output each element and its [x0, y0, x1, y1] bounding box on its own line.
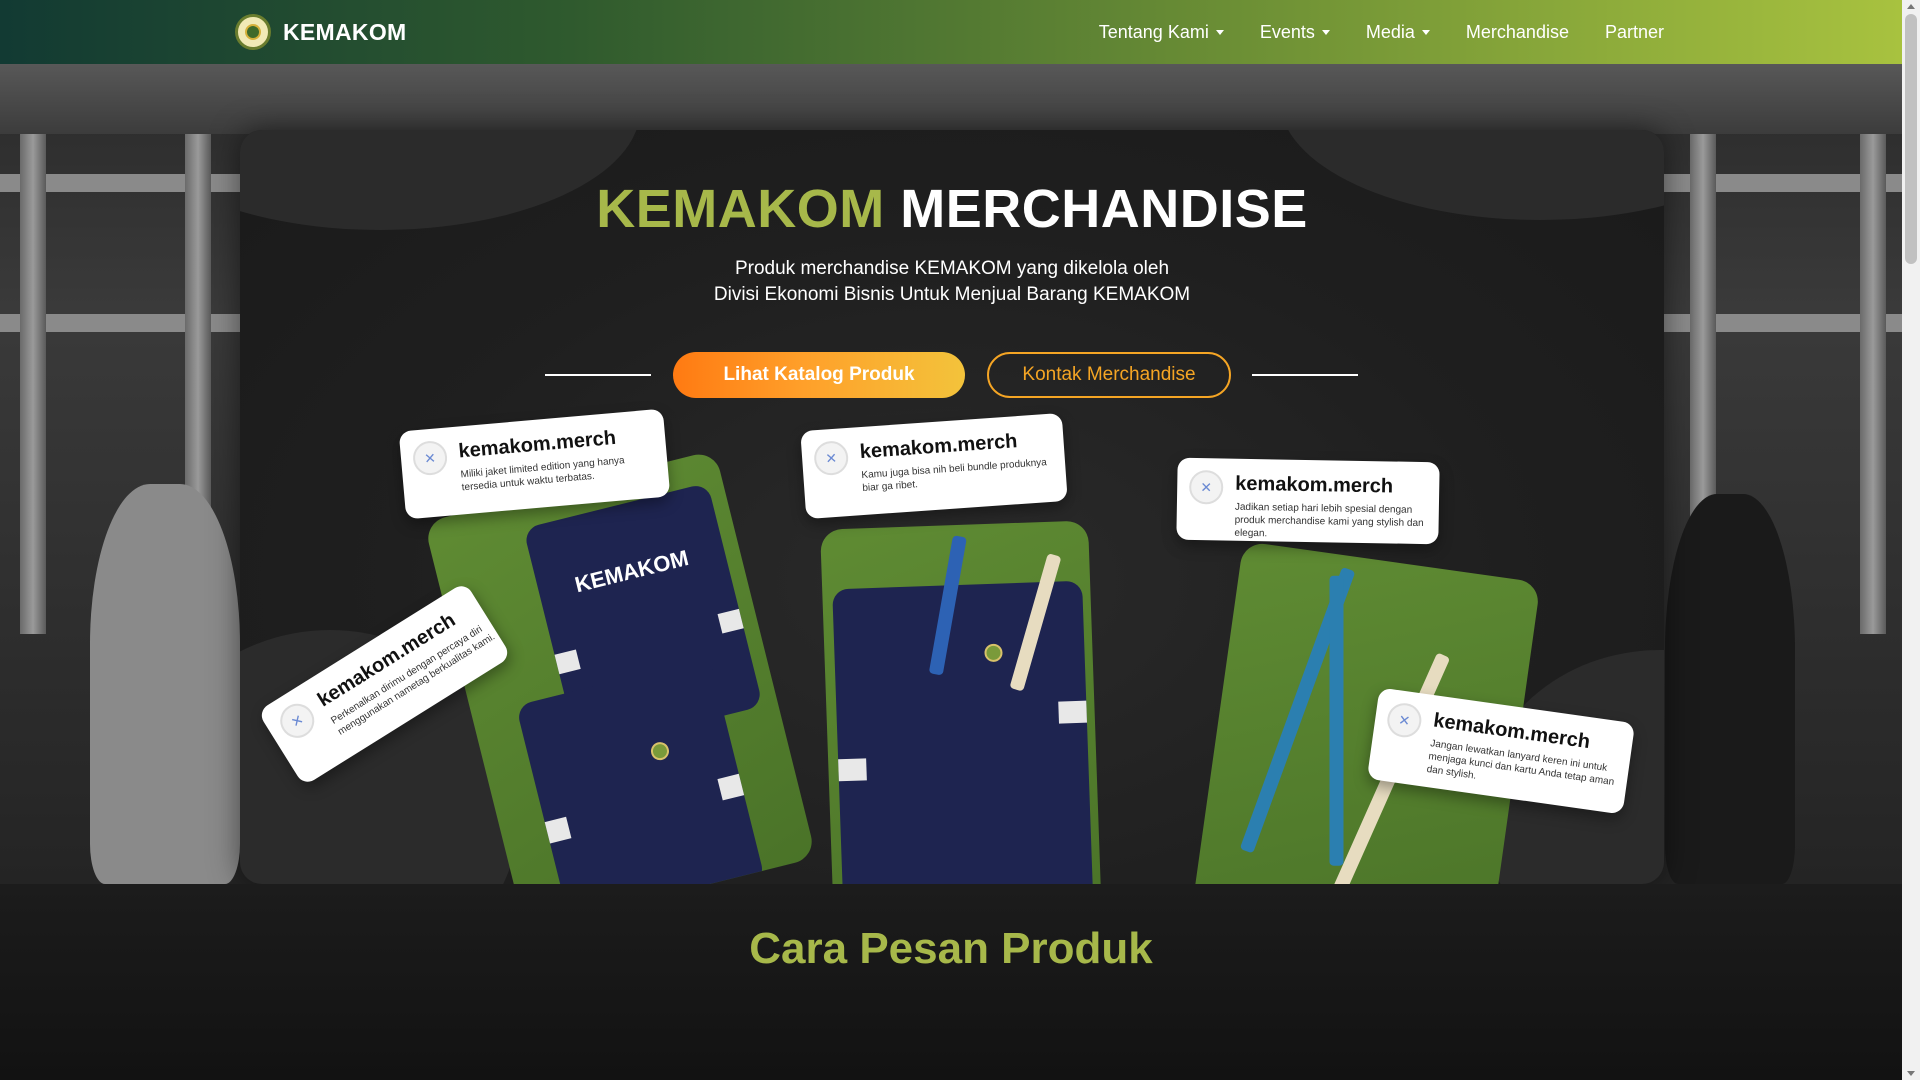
- page-title: KEMAKOM MERCHANDISE: [240, 178, 1664, 240]
- order-section: Cara Pesan Produk: [0, 884, 1902, 1080]
- hero-subtitle: Produk merchandise KEMAKOM yang dikelola…: [240, 256, 1664, 308]
- jacket-stripe: [717, 608, 744, 634]
- section-title: Cara Pesan Produk: [749, 924, 1153, 973]
- product-card-bundle[interactable]: [820, 520, 1102, 884]
- scroll-down-icon[interactable]: [1907, 1071, 1915, 1076]
- lanyard-image: [1329, 575, 1344, 866]
- jacket-stripe: [717, 773, 745, 801]
- jacket-image: [832, 580, 1094, 884]
- jacket-emblem-icon: [984, 643, 1003, 663]
- nav-item-events[interactable]: Events: [1260, 22, 1330, 43]
- merch-avatar-icon: ✕: [411, 439, 449, 477]
- title-accent: KEMAKOM: [596, 179, 885, 239]
- merch-avatar-icon: ✕: [1188, 469, 1224, 505]
- building-roof: [0, 64, 1902, 134]
- caption-bubble: ✕ kemakom.merch Jadikan setiap hari lebi…: [1176, 457, 1440, 545]
- subtitle-line: Produk merchandise KEMAKOM yang dikelola…: [734, 258, 1170, 279]
- merch-handle: kemakom.merch: [1235, 472, 1394, 498]
- brand-link[interactable]: KEMAKOM: [235, 14, 406, 50]
- cta-row: Lihat Katalog Produk Kontak Merchandise: [240, 352, 1664, 398]
- jacket-emblem-icon: [649, 740, 671, 763]
- merch-hero-panel: KEMAKOM MERCHANDISE Produk merchandise K…: [240, 130, 1664, 884]
- background-person: [1665, 494, 1795, 884]
- contact-merch-button[interactable]: Kontak Merchandise: [987, 352, 1231, 398]
- merch-avatar-icon: ✕: [813, 440, 850, 477]
- merch-avatar-icon: ✕: [273, 697, 321, 745]
- caption-text: Jadikan setiap hari lebih spesial dengan…: [1234, 501, 1424, 540]
- background-person: [90, 484, 240, 884]
- title-rest: MERCHANDISE: [900, 179, 1308, 239]
- nav-item-tentang-kami[interactable]: Tentang Kami: [1099, 22, 1224, 43]
- nav-label: Media: [1365, 21, 1415, 42]
- merch-avatar-icon: ✕: [1385, 701, 1424, 740]
- jacket-print-text: KEMAKOM: [572, 544, 691, 598]
- divider-line: [1252, 374, 1358, 376]
- subtitle-line: Divisi Ekonomi Bisnis Untuk Menjual Bara…: [713, 284, 1191, 305]
- caret-down-icon: [1421, 29, 1430, 35]
- brand-name: KEMAKOM: [283, 18, 407, 45]
- jacket-stripe: [554, 649, 581, 675]
- caption-bubble: ✕ kemakom.merch Kamu juga bisa nih beli …: [800, 412, 1068, 520]
- caret-down-icon: [1215, 29, 1224, 35]
- view-catalog-button[interactable]: Lihat Katalog Produk: [673, 352, 965, 398]
- kemakom-logo-icon: [235, 14, 271, 50]
- nav-label: Partner: [1604, 21, 1664, 42]
- nav-item-media[interactable]: Media: [1366, 22, 1430, 43]
- nav-label: Tentang Kami: [1098, 21, 1209, 42]
- jacket-stripe: [838, 758, 867, 782]
- scroll-up-icon[interactable]: [1907, 4, 1915, 9]
- hero-background-image: KEMAKOM MERCHANDISE Produk merchandise K…: [0, 64, 1902, 884]
- nav-item-merchandise[interactable]: Merchandise: [1466, 22, 1569, 43]
- navbar: KEMAKOM Tentang Kami Events Media Mercha…: [0, 0, 1902, 64]
- building-pillar: [1860, 134, 1886, 634]
- scroll-thumb[interactable]: [1905, 14, 1917, 264]
- page-scrollbar[interactable]: [1902, 0, 1920, 1080]
- main-nav: Tentang Kami Events Media Merchandise Pa…: [1099, 0, 1664, 64]
- nav-label: Events: [1259, 21, 1315, 42]
- nav-label: Merchandise: [1465, 21, 1569, 42]
- building-pillar: [20, 134, 46, 634]
- caret-down-icon: [1321, 29, 1330, 35]
- divider-line: [545, 374, 651, 376]
- nav-item-partner[interactable]: Partner: [1605, 22, 1664, 43]
- jacket-stripe: [1058, 700, 1087, 724]
- jacket-stripe: [544, 816, 572, 844]
